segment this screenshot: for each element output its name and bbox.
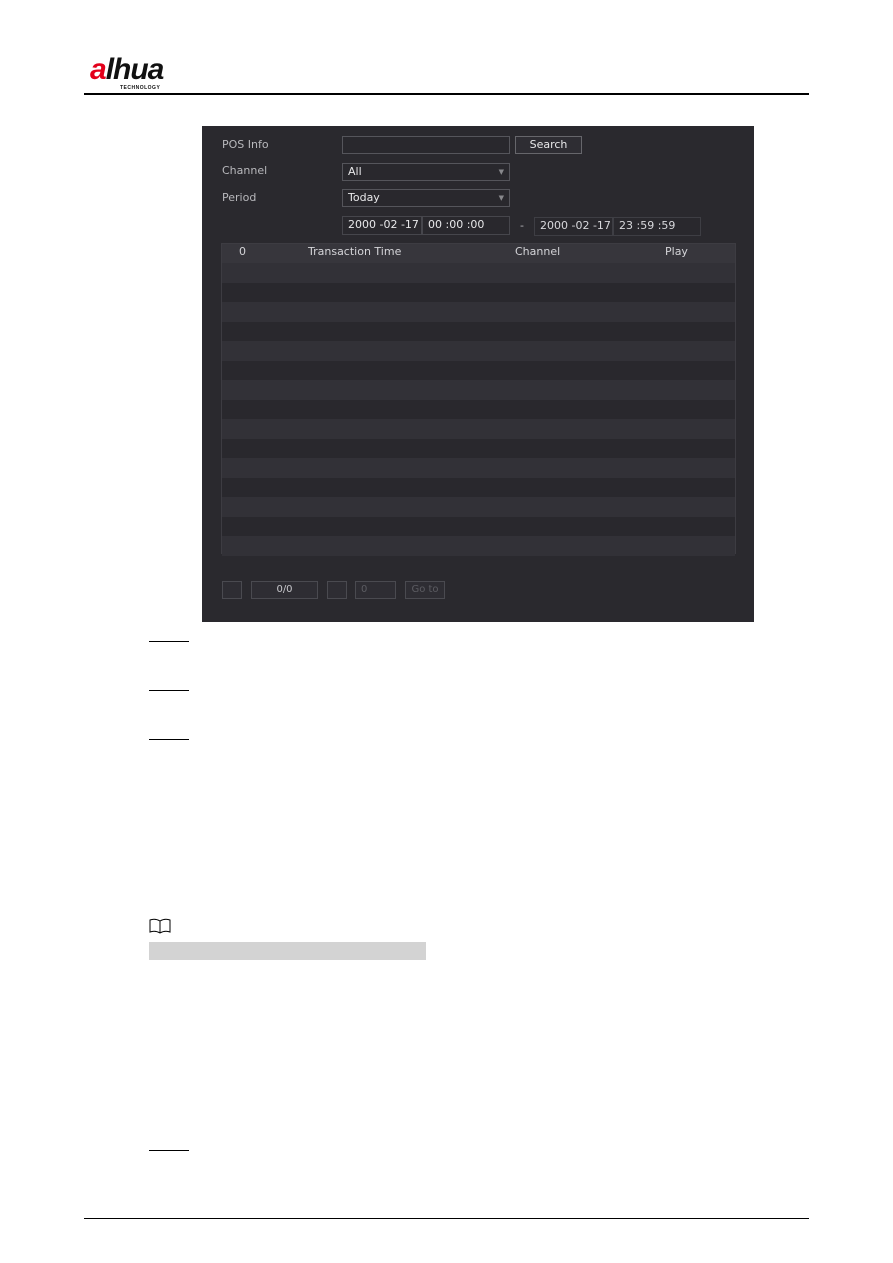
table-row[interactable] (222, 516, 735, 536)
table-row[interactable] (222, 458, 735, 478)
goto-button[interactable]: Go to (405, 581, 445, 599)
transaction-table: 0 Transaction Time Channel Play (221, 243, 736, 556)
note-content (149, 942, 426, 960)
table-row[interactable] (222, 419, 735, 439)
step-marker (149, 739, 189, 740)
table-row[interactable] (222, 341, 735, 361)
column-header-transaction-time[interactable]: Transaction Time (308, 245, 401, 258)
start-time-input[interactable]: 00 :00 :00 (422, 216, 510, 235)
channel-label: Channel (222, 164, 268, 177)
dahua-logo: alhua TECHNOLOGY (90, 53, 190, 92)
next-page-button[interactable] (327, 581, 347, 599)
start-date-input[interactable]: 2000 -02 -17 (342, 216, 422, 235)
table-row[interactable] (222, 399, 735, 419)
period-value: Today (348, 191, 380, 204)
chevron-down-icon: ▼ (498, 194, 504, 202)
step-marker (149, 690, 189, 691)
table-row[interactable] (222, 360, 735, 380)
chevron-down-icon: ▼ (498, 168, 504, 176)
step-marker (149, 1150, 189, 1151)
end-time-input[interactable]: 23 :59 :59 (613, 217, 701, 236)
step-marker (149, 641, 189, 642)
table-row[interactable] (222, 536, 735, 556)
table-row[interactable] (222, 438, 735, 458)
table-row[interactable] (222, 263, 735, 283)
table-body (222, 263, 735, 556)
column-header-channel[interactable]: Channel (515, 245, 560, 258)
header-rule (84, 93, 809, 95)
range-separator: - (520, 219, 524, 232)
pos-info-label: POS Info (222, 138, 269, 151)
footer-rule (84, 1218, 809, 1219)
table-row[interactable] (222, 302, 735, 322)
column-header-play: Play (665, 245, 688, 258)
brand-wordmark: alhua (90, 53, 164, 86)
table-row[interactable] (222, 321, 735, 341)
channel-value: All (348, 165, 362, 178)
end-date-input[interactable]: 2000 -02 -17 (534, 217, 613, 236)
note-book-icon (149, 918, 171, 934)
period-select[interactable]: Today ▼ (342, 189, 510, 207)
search-button[interactable]: Search (515, 136, 582, 154)
period-label: Period (222, 191, 257, 204)
pos-info-input[interactable] (342, 136, 510, 154)
column-header-count: 0 (239, 245, 246, 258)
brand-tagline: TECHNOLOGY (120, 85, 161, 91)
table-row[interactable] (222, 497, 735, 517)
table-row[interactable] (222, 380, 735, 400)
table-header: 0 Transaction Time Channel Play (222, 244, 735, 263)
page-indicator: 0/0 (251, 581, 318, 599)
prev-page-button[interactable] (222, 581, 242, 599)
page-number-input[interactable]: 0 (355, 581, 396, 599)
channel-select[interactable]: All ▼ (342, 163, 510, 181)
table-row[interactable] (222, 477, 735, 497)
table-row[interactable] (222, 282, 735, 302)
